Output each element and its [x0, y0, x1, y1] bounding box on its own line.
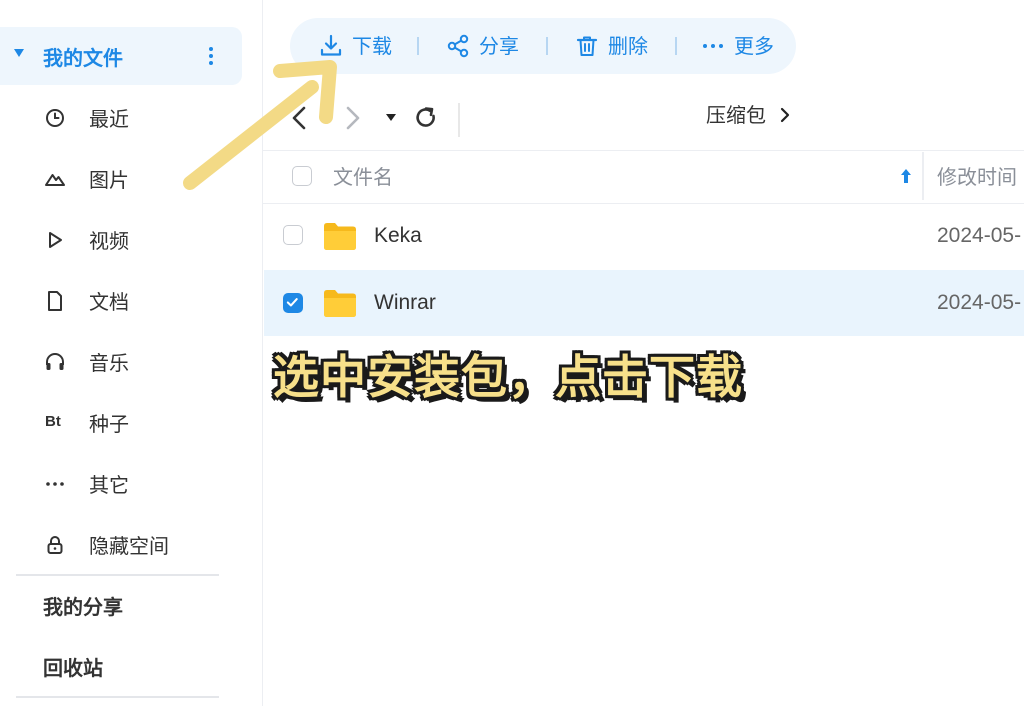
- sidebar-item-videos[interactable]: 视频: [0, 219, 242, 263]
- document-icon: [48, 291, 62, 311]
- toolbar-separator: [417, 37, 419, 55]
- file-modified-date: 2024-05-: [937, 291, 1022, 314]
- file-name[interactable]: Keka: [374, 222, 422, 250]
- more-dots-icon: [703, 44, 723, 48]
- trash-icon: [576, 36, 598, 56]
- history-dropdown-icon[interactable]: [380, 102, 408, 134]
- sidebar-item-music[interactable]: 音乐: [0, 341, 242, 385]
- checkmark-icon: [286, 298, 298, 307]
- lock-icon: [47, 536, 63, 554]
- sidebar-item-documents[interactable]: 文档: [0, 280, 242, 324]
- folder-icon: [324, 290, 356, 317]
- download-label: 下载: [352, 34, 392, 58]
- refresh-icon[interactable]: [412, 102, 440, 134]
- share-icon: [447, 34, 469, 58]
- file-row-winrar[interactable]: Winrar 2024-05-: [264, 270, 1024, 336]
- sidebar-item-others[interactable]: 其它: [0, 463, 242, 507]
- row-checkbox-checked[interactable]: [283, 293, 303, 313]
- sidebar-item-label: 隐藏空间: [89, 534, 169, 558]
- delete-label: 删除: [608, 34, 648, 58]
- delete-button[interactable]: 删除: [574, 32, 648, 60]
- sidebar-my-share[interactable]: 我的分享: [43, 593, 123, 621]
- sidebar-divider: [16, 696, 219, 698]
- tutorial-caption: 选中安装包，点击下载: [273, 350, 743, 404]
- file-modified-date: 2024-05-: [937, 224, 1022, 247]
- share-label: 分享: [479, 34, 519, 58]
- column-divider[interactable]: [922, 152, 924, 200]
- folder-icon: [324, 223, 356, 250]
- sort-ascending-icon[interactable]: [898, 166, 914, 186]
- sidebar-divider: [16, 574, 219, 576]
- chevron-right-icon[interactable]: [778, 106, 792, 124]
- sidebar-item-label: 其它: [89, 473, 129, 497]
- more-label: 更多: [734, 34, 774, 58]
- sidebar-item-label: 音乐: [89, 351, 129, 375]
- sidebar-recycle-bin[interactable]: 回收站: [43, 654, 103, 682]
- sidebar-item-label: 视频: [89, 229, 129, 253]
- headphones-icon: [46, 353, 64, 370]
- sidebar-item-label: 图片: [89, 168, 129, 192]
- nav-divider: [458, 103, 460, 137]
- sidebar-item-label: 最近: [89, 107, 129, 131]
- share-button[interactable]: 分享: [445, 32, 519, 60]
- sidebar-item-label: 文档: [89, 290, 129, 314]
- action-toolbar: 下载 分享 删除 更多: [290, 18, 796, 74]
- toolbar-separator: [546, 37, 548, 55]
- more-button[interactable]: 更多: [700, 32, 774, 60]
- row-checkbox[interactable]: [283, 225, 303, 245]
- bt-icon: Bt: [45, 413, 61, 430]
- file-row-keka[interactable]: Keka 2024-05-: [264, 203, 1024, 269]
- file-name[interactable]: Winrar: [374, 289, 436, 317]
- play-icon: [49, 232, 62, 248]
- sidebar-item-label: 种子: [89, 412, 129, 436]
- sidebar-item-torrents[interactable]: Bt 种子: [0, 402, 242, 446]
- sidebar-item-hidden-space[interactable]: 隐藏空间: [0, 524, 242, 568]
- column-header-modified[interactable]: 修改时间: [937, 163, 1017, 191]
- toolbar-separator: [675, 37, 677, 55]
- caret-down-icon[interactable]: [14, 49, 24, 57]
- sidebar-my-files-label[interactable]: 我的文件: [43, 44, 123, 72]
- clock-icon: [46, 109, 64, 127]
- tutorial-arrow-annotation: [183, 60, 337, 190]
- breadcrumb: 压缩包: [706, 101, 792, 129]
- more-icon: [46, 482, 64, 486]
- mountain-icon: [45, 174, 65, 186]
- breadcrumb-current[interactable]: 压缩包: [706, 101, 766, 129]
